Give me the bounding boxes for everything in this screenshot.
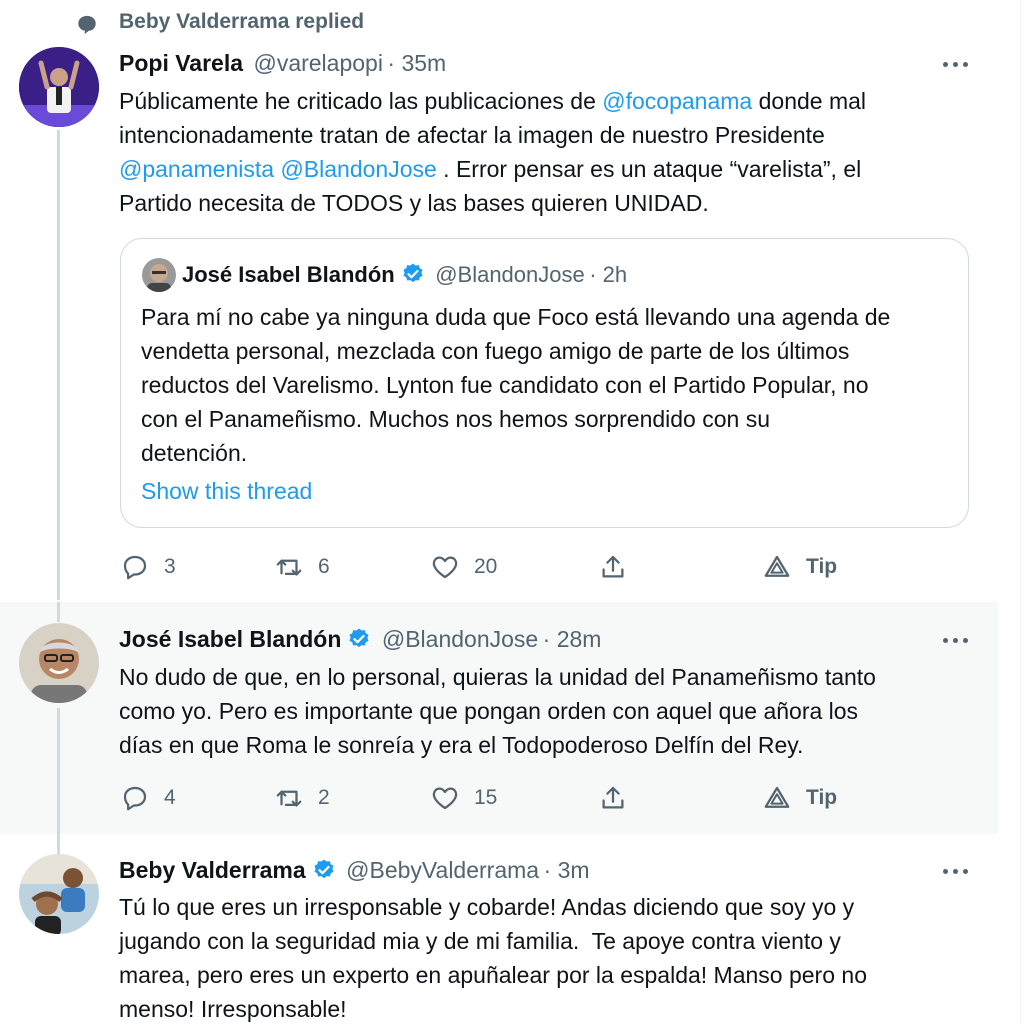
reply-button[interactable]: 4 [120,783,176,813]
tweet-text-line: Partido necesita de TODOS y las bases qu… [119,186,979,220]
tweet-text: Públicamente he criticado las publicacio… [119,84,979,220]
text-segment: intencionadamente tratan de afectar la i… [119,122,825,148]
text-segment: donde mal [752,88,867,114]
retweet-count: 2 [318,786,330,809]
quote-header: José Isabel Blandón @BlandonJose · 2h [182,262,627,288]
author-name[interactable]: José Isabel Blandón [119,626,341,652]
author-handle[interactable]: @BebyValderrama [346,857,539,883]
tip-icon [764,555,790,577]
quote-text-line: Para mí no cabe ya ninguna duda que Foco… [141,304,891,330]
reply-icon [123,555,147,580]
context-label[interactable]: Beby Valderrama replied [119,10,364,34]
retweet-icon [276,790,302,807]
share-icon [602,555,624,578]
tweet-text-line: intencionadamente tratan de afectar la i… [119,118,979,152]
text-segment: Partido necesita de TODOS y las bases qu… [119,190,709,216]
mention-link[interactable]: @focopanama [602,88,752,114]
tip-icon [764,786,790,808]
tweet-text-line: marea, pero eres un experto en apuñalear… [119,962,867,988]
mention-link[interactable]: @BlandonJose [280,156,436,182]
like-count: 20 [474,555,498,578]
quote-author-name: José Isabel Blandón [182,262,395,287]
tweet-text: Tú lo que eres un irresponsable y cobard… [119,890,979,1026]
tweet-header: Beby Valderrama @BebyValderrama · 3m [119,857,590,884]
quote-avatar-image [142,258,176,292]
tweet-text: No dudo de que, en lo personal, quieras … [119,660,979,762]
text-segment: Públicamente he criticado las publicacio… [119,88,603,114]
avatar[interactable] [19,623,99,703]
text-segment: . Error pensar es un ataque “varelista”,… [436,156,862,182]
reply-count: 4 [164,786,176,809]
like-button[interactable]: 15 [430,783,497,813]
quote-text-line: reductos del Varelismo. Lynton fue candi… [141,372,869,398]
share-button[interactable] [598,552,628,582]
more-options-icon[interactable] [941,630,971,650]
tweet-text-line: @panamenista @BlandonJose . Error pensar… [119,152,979,186]
tweet-time[interactable]: · 35m [387,50,446,76]
heart-icon [432,556,458,579]
retweet-button[interactable]: 6 [274,552,330,582]
quote-text-line: detención. [141,440,248,466]
reply-bubble-icon [78,15,96,35]
author-name[interactable]: Beby Valderrama [119,857,306,883]
author-name[interactable]: Popi Varela [119,50,243,76]
quote-author-handle: @BlandonJose [435,262,585,287]
avatar[interactable] [19,854,99,934]
tip-label: Tip [806,786,838,809]
tweet-text-line: como yo. Pero es importante que pongan o… [119,698,859,724]
avatar-image [19,854,99,934]
retweet-count: 6 [318,555,330,578]
more-options-icon[interactable] [941,861,971,881]
heart-icon [432,787,458,810]
avatar[interactable] [19,47,99,127]
tweet-text-line: No dudo de que, en lo personal, quieras … [119,664,876,690]
tweet-time[interactable]: · 3m [544,857,590,883]
reply-count: 3 [164,555,176,578]
mention-link[interactable]: @panamenista [119,156,274,182]
quote-text: Para mí no cabe ya ninguna duda que Foco… [141,300,961,470]
author-handle[interactable]: @varelapopi [253,50,382,76]
tweet-text-line: días en que Roma le sonreía y era el Tod… [119,732,804,758]
tweet-header: José Isabel Blandón @BlandonJose · 28m [119,626,601,653]
tip-button[interactable]: Tip [762,552,837,582]
tweet-text-line: Públicamente he criticado las publicacio… [119,84,979,118]
thread-connector [57,130,60,600]
tip-button[interactable]: Tip [762,783,837,813]
verified-badge-icon [403,263,423,283]
verified-badge-icon [349,628,369,648]
author-handle[interactable]: @BlandonJose [382,626,538,652]
thread-connector [57,602,60,622]
quote-avatar [142,258,176,292]
show-thread-link[interactable]: Show this thread [141,478,312,505]
tweet-text-line: menso! Irresponsable! [119,996,347,1022]
tip-label: Tip [806,555,838,578]
retweet-button[interactable]: 2 [274,783,330,813]
avatar-image [19,623,99,703]
retweet-icon [276,559,302,576]
share-icon [602,786,624,809]
like-count: 15 [474,786,498,809]
quote-text-line: vendetta personal, mezclada con fuego am… [141,338,850,364]
verified-badge-icon [314,859,334,879]
quote-time: · 2h [589,262,628,287]
thread-connector [57,836,60,854]
like-button[interactable]: 20 [430,552,497,582]
reply-icon [123,786,147,811]
share-button[interactable] [598,783,628,813]
tweet-text-line: jugando con la seguridad mia y de mi fam… [119,928,841,954]
tweet-header: Popi Varela @varelapopi · 35m [119,50,446,77]
more-options-icon[interactable] [941,54,971,74]
reply-button[interactable]: 3 [120,552,176,582]
thread-connector [57,708,60,834]
quote-text-line: con el Panameñismo. Muchos nos hemos sor… [141,406,771,432]
tweet-text-line: Tú lo que eres un irresponsable y cobard… [119,894,855,920]
tweet-time[interactable]: · 28m [543,626,602,652]
avatar-image [19,47,99,127]
